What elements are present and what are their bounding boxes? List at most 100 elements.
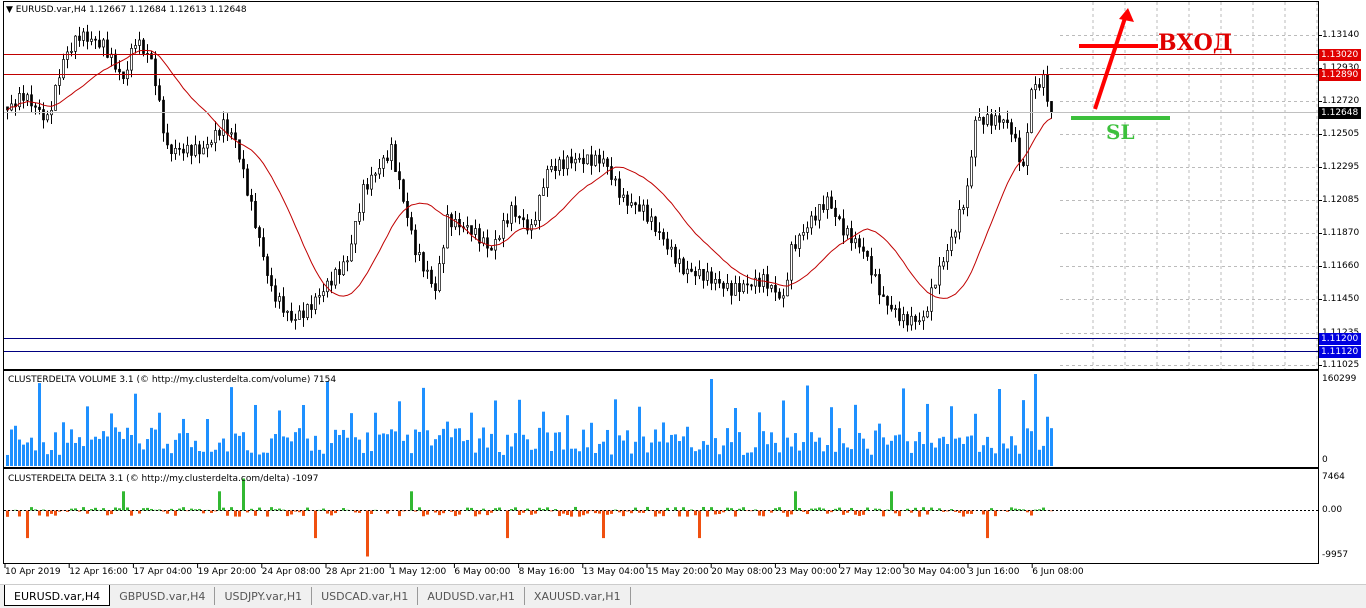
- volume-bar: [302, 405, 305, 466]
- time-axis-label: 23 May 00:00: [775, 567, 838, 577]
- candle-body: [850, 228, 853, 244]
- volume-bar: [806, 385, 809, 466]
- candle-body: [134, 45, 137, 49]
- candle-body: [894, 308, 897, 310]
- candle-body: [510, 205, 513, 224]
- volume-bar: [66, 442, 69, 466]
- price-tick-label: 1.12085: [1322, 194, 1360, 205]
- volume-bar: [482, 427, 485, 466]
- volume-bar: [1010, 436, 1013, 466]
- candle-body: [46, 114, 49, 121]
- delta-bar: [230, 507, 233, 511]
- delta-bar: [474, 510, 477, 517]
- delta-bar: [122, 491, 125, 511]
- volume-bar: [710, 379, 713, 466]
- tab-usdcad[interactable]: USDCAD.var,H1: [312, 587, 419, 605]
- volume-bar: [398, 401, 401, 466]
- candle-body: [722, 282, 725, 289]
- time-axis-label: 6 May 00:00: [454, 567, 511, 577]
- volume-bar: [426, 430, 429, 466]
- volume-bar: [510, 446, 513, 466]
- candle-body: [274, 285, 277, 302]
- tab-audusd[interactable]: AUDUSD.var,H1: [418, 587, 525, 605]
- volume-bar: [666, 442, 669, 466]
- tab-xauusd[interactable]: XAUUSD.var,H1: [525, 587, 631, 605]
- volume-bar: [530, 449, 533, 466]
- delta-bar: [174, 510, 177, 516]
- volume-bar: [262, 452, 265, 466]
- delta-bar: [6, 510, 9, 517]
- volume-bar: [442, 428, 445, 466]
- time-axis-label: 3 Jun 16:00: [968, 567, 1020, 577]
- volume-bar: [722, 445, 725, 466]
- delta-bar: [26, 510, 29, 539]
- volume-bar: [670, 434, 673, 466]
- volume-bar: [894, 435, 897, 466]
- volume-bar: [270, 438, 273, 466]
- delta-bar: [398, 510, 401, 517]
- candle-body: [902, 314, 905, 322]
- tab-gbpusd[interactable]: GBPUSD.var,H4: [110, 587, 216, 605]
- tab-usdjpy[interactable]: USDJPY.var,H1: [215, 587, 313, 605]
- candle-body: [242, 158, 245, 170]
- delta-bar: [558, 510, 561, 517]
- candle-body: [250, 194, 253, 202]
- volume-bar: [54, 432, 57, 466]
- candle-body: [86, 31, 89, 42]
- delta-bar: [926, 510, 929, 515]
- candle-body: [838, 216, 841, 220]
- volume-bar: [170, 453, 173, 466]
- candle-body: [898, 308, 901, 322]
- chart-header: ▼ EURUSD.var,H4 1.12667 1.12684 1.12613 …: [6, 5, 247, 15]
- volume-bar: [410, 453, 413, 466]
- candle-body: [994, 115, 997, 126]
- tab-eurusd[interactable]: EURUSD.var,H4: [4, 585, 111, 606]
- candle-body: [366, 184, 369, 190]
- volume-bar: [566, 415, 569, 466]
- volume-bar: [622, 440, 625, 466]
- candle-body: [1014, 133, 1017, 139]
- volume-bar: [218, 442, 221, 466]
- delta-bar: [478, 510, 481, 515]
- volume-bar: [358, 439, 361, 466]
- price-tick-label: 1.11450: [1322, 293, 1360, 304]
- volume-bar: [910, 452, 913, 466]
- volume-bar: [962, 443, 965, 466]
- candle-body: [862, 246, 865, 252]
- volume-bar: [954, 438, 957, 466]
- volume-bar: [418, 431, 421, 466]
- volume-bar: [602, 441, 605, 466]
- volume-bar: [474, 452, 477, 466]
- volume-bar: [138, 443, 141, 466]
- price-tick-label: 1.11025: [1322, 359, 1360, 370]
- candle-body: [414, 229, 417, 256]
- candle-body: [866, 250, 869, 257]
- volume-bar: [898, 434, 901, 466]
- candle-body: [422, 252, 425, 272]
- candle-body: [338, 269, 341, 276]
- candle-body: [74, 35, 77, 52]
- candle-body: [746, 283, 749, 286]
- candle-body: [710, 271, 713, 284]
- price-level-label: 1.12890: [1319, 68, 1361, 81]
- candle-body: [794, 244, 797, 249]
- candle-body: [114, 53, 117, 70]
- delta-indicator-label: CLUSTERDELTA DELTA 3.1 (© http://my.clus…: [8, 474, 319, 484]
- candle-body: [590, 154, 593, 166]
- volume-bar: [166, 443, 169, 466]
- volume-bar: [326, 381, 329, 466]
- candle-body: [354, 220, 357, 245]
- price-tick-label: 1.11870: [1322, 227, 1360, 238]
- volume-bar: [178, 433, 181, 466]
- volume-bar: [222, 438, 225, 466]
- volume-bar: [850, 449, 853, 466]
- candle-body: [538, 195, 541, 221]
- volume-bar: [490, 433, 493, 466]
- delta-bar: [582, 510, 585, 516]
- volume-bar: [662, 422, 665, 466]
- candle-body: [574, 158, 577, 164]
- volume-bar: [62, 422, 65, 466]
- candle-body: [438, 263, 441, 291]
- volume-bar: [310, 450, 313, 466]
- price-chart[interactable]: [0, 0, 1366, 584]
